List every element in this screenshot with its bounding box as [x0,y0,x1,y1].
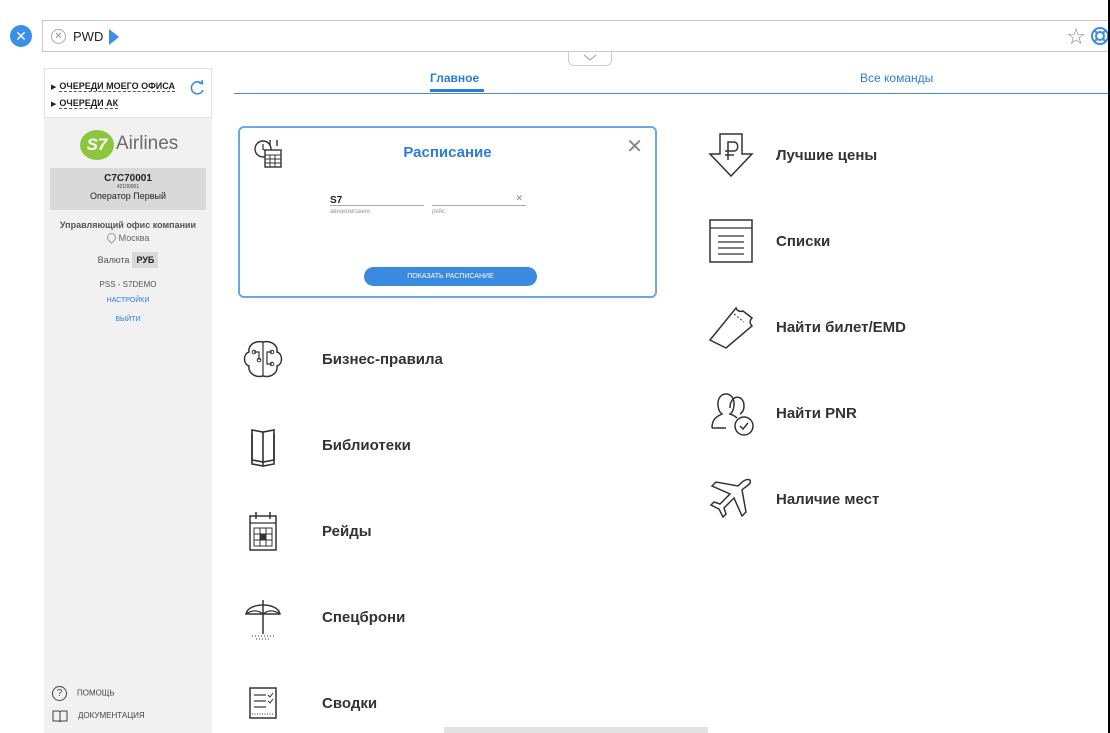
feature-label: Найти билет/EMD [776,319,906,336]
star-icon[interactable]: ☆ [1066,24,1086,50]
logout-link[interactable]: ВЫЙТИ [44,316,212,323]
ticket-icon [708,306,754,349]
report-icon [249,687,277,719]
brain-icon [243,340,283,378]
feature-label: Библиотеки [322,437,411,454]
currency-code[interactable]: РУБ [132,252,159,268]
feature-label: Лучшие цены [776,147,878,164]
feature-label: Найти PNR [776,405,857,422]
tab-main[interactable]: Главное [430,71,479,85]
refresh-icon[interactable] [189,80,205,96]
command-bar: ✕ ✕ PWD ☆ [0,16,1110,66]
run-arrow-icon[interactable] [109,29,119,45]
ruble-down-icon [708,133,754,178]
sidebar: ▶ ОЧЕРЕДИ МОЕГО ОФИСА ▶ ОЧЕРЕДИ АК S7 Airl… [44,68,212,733]
close-icon[interactable]: ✕ [10,25,32,47]
feature-label: Рейды [322,523,372,540]
airline-field-label: авиакомпания [330,209,370,215]
office-title: Управляющий офис компании [59,220,197,230]
pss-label: PSS - S7DEMO [99,280,157,289]
feature-label: Бизнес-правила [322,351,443,368]
flight-field-label: рейс [432,209,446,215]
lifebuoy-icon[interactable] [1090,25,1110,47]
triangle-right-icon: ▶ [51,84,57,91]
collapse-toggle[interactable] [568,52,612,66]
command-chip-label: PWD [73,29,104,44]
queue-airline[interactable]: ▶ ОЧЕРЕДИ АК [51,98,119,109]
airline-field[interactable]: S7 [330,190,424,206]
remove-chip-icon[interactable]: ✕ [51,29,66,44]
active-tab-indicator [430,89,484,92]
user-sub-code: 42100001 [116,184,140,190]
user-name: Оператор Первый [90,191,166,201]
user-code: C7C70001 [104,173,152,184]
chevron-down-icon [583,54,597,61]
settings-link[interactable]: НАСТРОЙКИ [44,297,212,304]
tabs: Главное Все команды [234,68,1110,94]
flight-field[interactable]: ✕ [432,190,526,206]
help-icon: ? [52,686,67,701]
show-schedule-button[interactable]: ПОКАЗАТЬ РАСПИСАНИЕ [364,267,537,286]
docs-link[interactable]: ДОКУМЕНТАЦИЯ [52,710,145,722]
passengers-icon [711,393,754,436]
queues-panel: ▶ ОЧЕРЕДИ МОЕГО ОФИСА ▶ ОЧЕРЕДИ АК [44,68,212,118]
clear-icon[interactable]: ✕ [515,193,523,204]
status-strip [444,727,708,733]
user-card: C7C70001 42100001 Оператор Первый [50,168,206,210]
umbrella-icon [245,600,281,640]
schedule-title: Расписание [403,144,492,161]
plane-icon [709,478,752,519]
list-icon [709,219,753,263]
help-link[interactable]: ? ПОМОЩЬ [52,686,115,701]
app-window: ✕ ✕ PWD ☆ ▶ ОЧЕРЕДИ МОЕГО ОФИСА ▶ ОЧЕРЕД… [0,0,1110,733]
feature-label: Списки [776,233,831,250]
feature-label: Наличие мест [776,491,880,508]
close-icon[interactable]: ✕ [626,134,643,159]
office-city: Москва [44,231,212,244]
command-input[interactable]: ✕ PWD ☆ [42,20,1110,52]
schedule-card: Расписание ✕ S7 авиакомпания ✕ рейс ПОКА… [238,126,657,298]
queue-my-office[interactable]: ▶ ОЧЕРЕДИ МОЕГО ОФИСА [51,81,176,92]
feature-label: Сводки [322,695,378,712]
book-icon [251,429,275,467]
currency: Валюта РУБ [44,252,212,268]
tab-all-commands[interactable]: Все команды [860,71,933,85]
feature-label: Спецброни [322,609,406,626]
calendar-icon [249,512,277,551]
triangle-right-icon: ▶ [51,101,57,108]
book-icon [52,710,68,722]
location-pin-icon [104,231,118,244]
